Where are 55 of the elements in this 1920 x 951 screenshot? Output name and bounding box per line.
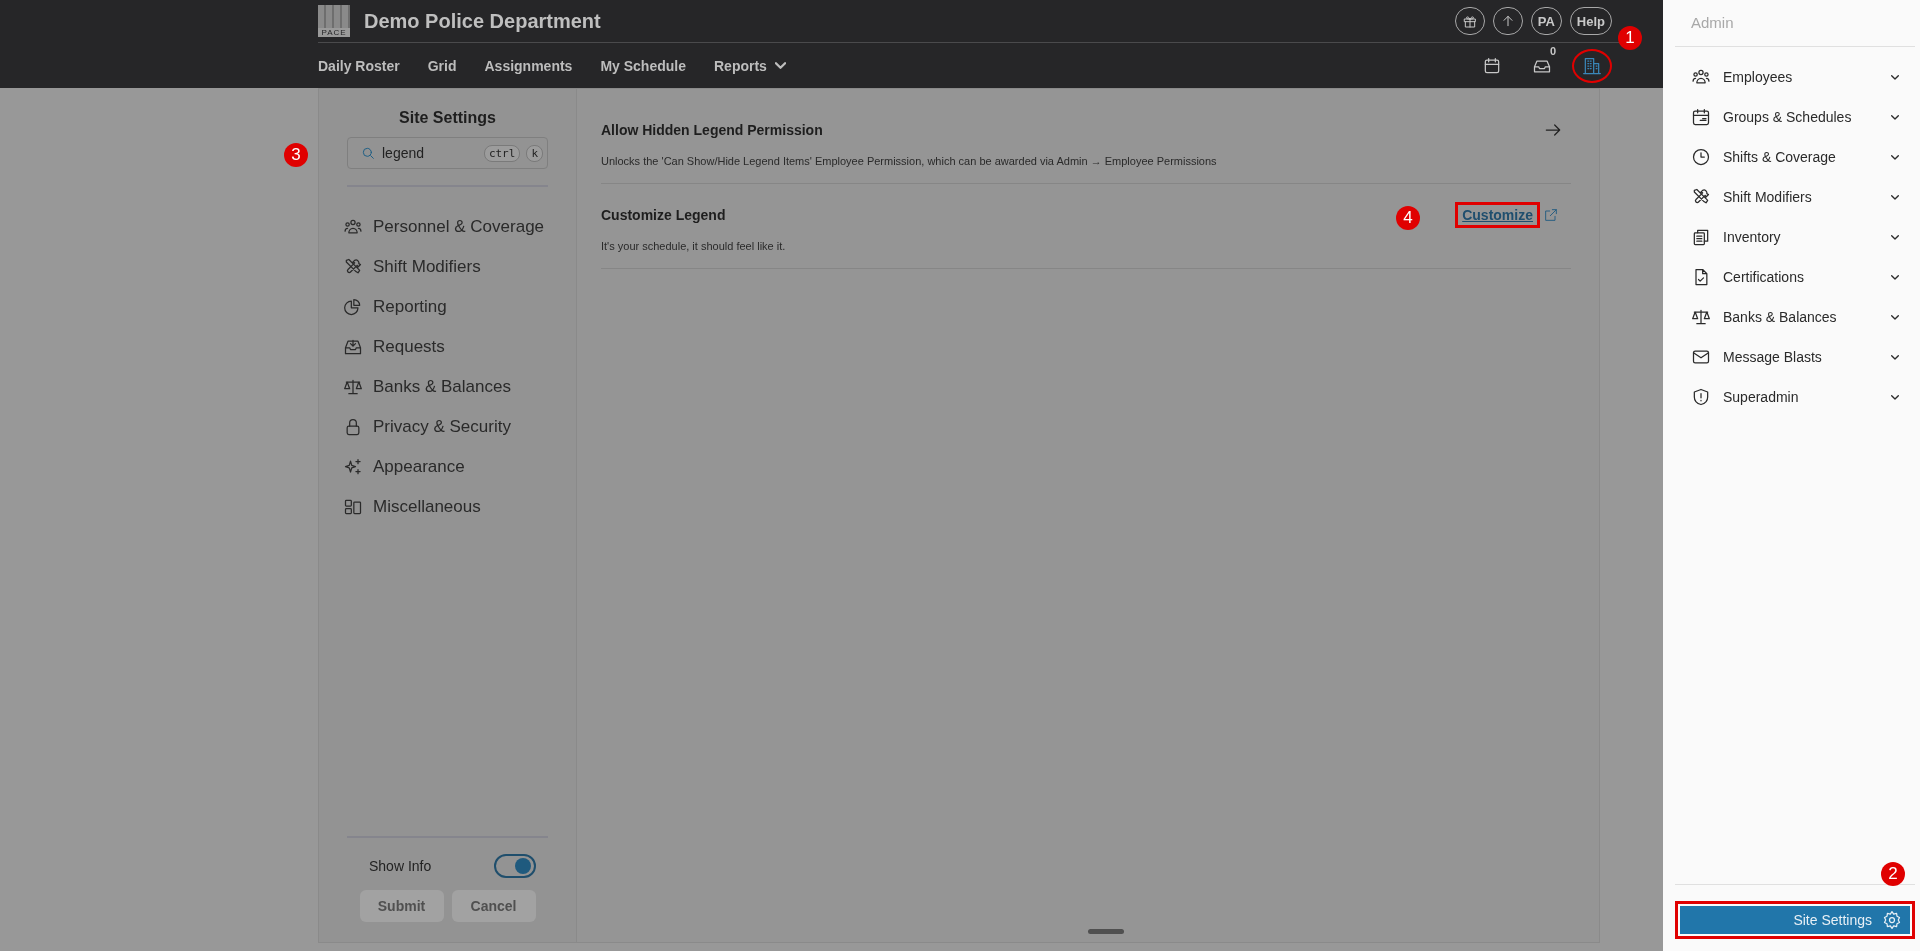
admin-menu-item[interactable]: Groups & Schedules — [1675, 97, 1915, 137]
category-link[interactable]: Reporting — [343, 297, 552, 317]
nav-link[interactable]: My Schedule — [600, 57, 686, 74]
site-settings-button[interactable]: Site Settings — [1675, 901, 1915, 939]
admin-menu-item[interactable]: Certifications — [1675, 257, 1915, 297]
category-link[interactable]: Shift Modifiers — [343, 257, 552, 277]
resize-handle[interactable] — [1088, 929, 1124, 934]
setting-description: It's your schedule, it should feel like it. — [601, 240, 787, 252]
admin-menu-item[interactable]: Shift Modifiers — [1675, 177, 1915, 217]
clipboard-icon — [1691, 227, 1711, 247]
search-field[interactable]: legend ctrl k — [347, 137, 548, 169]
category-link[interactable]: Requests — [343, 337, 552, 357]
caret-icon — [774, 62, 786, 69]
category-link[interactable]: Miscellaneous — [343, 497, 552, 517]
admin-menu-item[interactable]: Shifts & Coverage — [1675, 137, 1915, 177]
toolbar-button[interactable] — [1572, 48, 1612, 83]
scales-icon — [343, 377, 363, 397]
keyboard-key: ctrl — [483, 144, 521, 162]
clock-icon — [1691, 147, 1711, 167]
department-title: Demo Police Department — [364, 9, 601, 33]
calendar-icon — [1691, 107, 1711, 127]
nav-link[interactable]: Reports — [714, 57, 786, 74]
layout-icon — [343, 497, 363, 517]
nav-link[interactable]: Assignments — [484, 57, 573, 74]
gift-icon — [1461, 13, 1478, 29]
toggle-switch[interactable] — [494, 854, 536, 878]
admin-menu-item[interactable]: Banks & Balances — [1675, 297, 1915, 337]
toggle-label: Show Info — [369, 858, 432, 874]
keyboard-key: k — [526, 144, 543, 162]
nav-link[interactable]: Daily Roster — [318, 57, 400, 74]
logo: PACE — [318, 5, 350, 37]
external-link-icon — [1543, 207, 1559, 223]
settings-icon — [1882, 910, 1902, 930]
admin-menu-item[interactable]: Superadmin — [1675, 377, 1915, 417]
admin-menu-item[interactable]: Employees — [1675, 57, 1915, 97]
nav-link[interactable]: Grid — [427, 57, 457, 74]
pie-chart-icon — [343, 297, 363, 317]
calendar-icon — [1482, 55, 1502, 76]
sidebar-title: Admin — [1690, 14, 1735, 33]
search-icon — [360, 145, 376, 161]
shield-icon — [1691, 387, 1711, 407]
setting-description: Unlocks the 'Can Show/Hide Legend Items' Employee Permission, which can be awarded via Admin → Employee Permissions — [601, 155, 1218, 167]
setting-title: Customize Legend — [601, 207, 726, 223]
category-link[interactable]: Banks & Balances — [343, 377, 552, 397]
setting-title: Allow Hidden Legend Permission — [601, 122, 823, 138]
category-link[interactable]: Privacy & Security — [343, 417, 552, 437]
category-link[interactable]: Personnel & Coverage — [343, 217, 552, 237]
sparkles-icon — [343, 457, 363, 477]
building-icon — [1582, 55, 1602, 76]
inbox-icon — [343, 337, 363, 357]
admin-menu-item[interactable]: Message Blasts — [1675, 337, 1915, 377]
category-link[interactable]: Appearance — [343, 457, 552, 477]
scales-icon — [1691, 307, 1711, 327]
admin-menu-item[interactable]: Inventory — [1675, 217, 1915, 257]
panel-title: Site Settings — [398, 109, 497, 127]
